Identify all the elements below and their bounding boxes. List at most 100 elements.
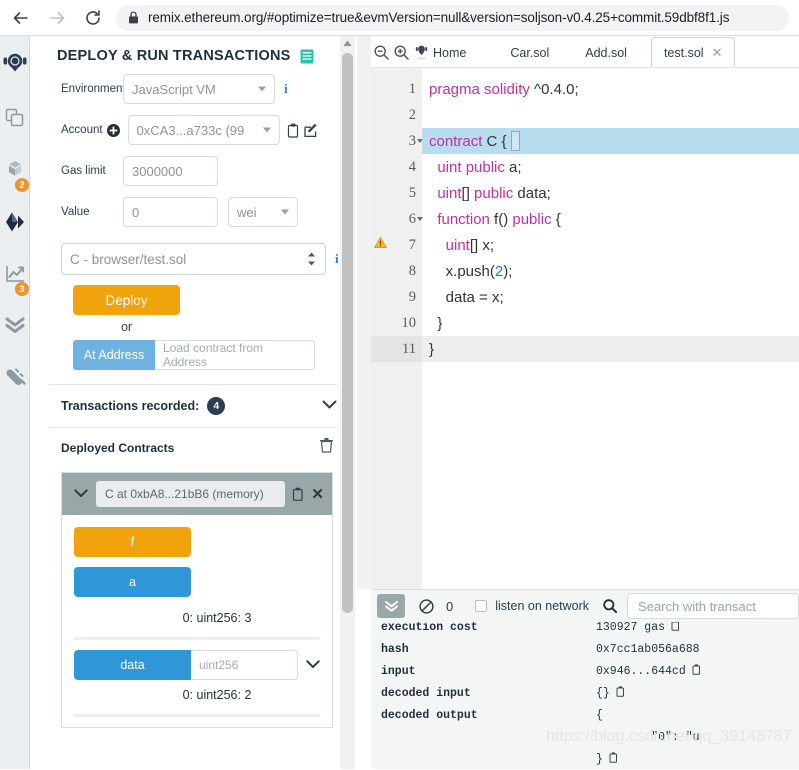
code-token: } — [429, 340, 435, 358]
code-token: ); — [503, 262, 513, 280]
arrow-right-icon — [50, 11, 65, 24]
function-input-data[interactable]: uint256 — [191, 650, 298, 680]
arrow-left-icon — [13, 11, 28, 24]
terminal-key: decoded output — [381, 708, 478, 722]
instance-address[interactable]: C at 0xbA8...21bB6 (memory) — [96, 481, 286, 507]
terminal-panel: 0 listen on network Search with transact… — [371, 589, 799, 769]
solidity-compiler-icon[interactable]: 2 — [0, 144, 30, 196]
value-unit: wei — [237, 204, 257, 220]
instance-header[interactable]: C at 0xbA8...21bB6 (memory) ✕ — [62, 473, 332, 515]
search-input[interactable]: Search with transact — [627, 593, 799, 619]
contract-select[interactable]: C - browser/test.sol — [61, 243, 326, 275]
gas-limit-input[interactable]: 3000000 — [123, 156, 218, 186]
clipboard-icon[interactable] — [692, 663, 701, 679]
value-input[interactable]: 0 — [123, 197, 218, 227]
tab-car-sol[interactable]: Car.sol — [498, 38, 561, 68]
zoom-in-icon[interactable] — [391, 36, 411, 68]
trash-icon[interactable] — [320, 438, 333, 458]
deploy-button[interactable]: Deploy — [73, 285, 180, 315]
lock-icon — [128, 11, 139, 24]
gutter-line[interactable]: 1 — [371, 76, 422, 102]
search-icon[interactable] — [603, 599, 618, 613]
function-result-a: 0: uint256: 3 — [182, 611, 252, 625]
account-label: Account — [61, 124, 103, 136]
at-address-button[interactable]: At Address — [73, 340, 155, 370]
code-line: uint public a; — [422, 154, 799, 180]
account-select[interactable]: 0xCA3...a733c (99 — [127, 115, 280, 145]
clipboard-icon[interactable] — [609, 751, 618, 767]
clipboard-icon[interactable] — [287, 123, 300, 138]
edit-icon[interactable] — [303, 123, 318, 138]
scroll-thumb[interactable] — [342, 53, 353, 613]
deployed-contracts-row: Deployed Contracts — [31, 428, 355, 466]
terminal-toggle-button[interactable] — [377, 594, 405, 618]
close-icon[interactable]: ✕ — [311, 485, 324, 503]
book-icon[interactable] — [300, 49, 314, 64]
contract-info-icon[interactable]: i — [335, 251, 339, 267]
back-button[interactable] — [6, 3, 36, 33]
left-panel-scrollbar[interactable] — [340, 36, 355, 769]
at-address-input[interactable]: Load contract from Address — [155, 340, 315, 370]
gutter-line[interactable]: 5 — [371, 180, 422, 206]
gutter-line[interactable]: 11 — [371, 336, 422, 362]
chevron-down-icon[interactable] — [74, 485, 88, 503]
chevron-down-icon[interactable] — [306, 656, 320, 674]
code-text[interactable]: pragma solidity ^0.4.0; contract C { uin… — [422, 68, 799, 589]
address-bar[interactable]: remix.ethereum.org/#optimize=true&evmVer… — [116, 4, 789, 31]
remix-logo-icon[interactable] — [0, 36, 30, 92]
clipboard-icon[interactable] — [671, 622, 680, 635]
terminal-output[interactable]: execution cost 130927 gas hash 0x7cc1ab0… — [371, 622, 799, 770]
code-editor: remix Home Car.sol Add.sol test.sol ✕ 1 … — [371, 36, 799, 589]
environment-select[interactable]: JavaScript VM — [123, 74, 275, 104]
code-token: public — [474, 184, 518, 202]
debugger-icon[interactable] — [0, 300, 30, 352]
gutter-line[interactable]: 3 — [371, 128, 423, 154]
terminal-key: input — [381, 664, 416, 678]
line-number: 11 — [402, 340, 416, 357]
function-button-f[interactable]: f — [74, 527, 191, 557]
line-number: 5 — [408, 184, 416, 201]
reload-button[interactable] — [78, 3, 108, 33]
gutter-line[interactable]: 7 — [371, 232, 422, 258]
gutter-line[interactable]: 6 — [371, 206, 423, 232]
function-result-data: 0: uint256: 2 — [182, 688, 252, 702]
code-token: [] — [461, 184, 475, 202]
warning-icon[interactable] — [373, 236, 388, 254]
gutter-line[interactable]: 9 — [371, 284, 422, 310]
listen-on-network-checkbox[interactable] — [475, 600, 488, 612]
clear-console-icon[interactable] — [419, 598, 434, 614]
forward-button[interactable] — [42, 3, 72, 33]
clipboard-icon[interactable] — [616, 685, 625, 701]
code-line: } — [422, 336, 799, 362]
solidity-compiler-badge: 2 — [15, 178, 29, 192]
chevron-down-icon[interactable] — [322, 397, 337, 415]
function-button-data[interactable]: data — [74, 650, 191, 680]
terminal-value: } — [596, 752, 603, 766]
function-button-a[interactable]: a — [74, 567, 191, 597]
terminal-row: "0": "u — [371, 726, 799, 748]
code-line: } — [422, 310, 799, 336]
clipboard-icon[interactable] — [292, 487, 304, 501]
divider — [74, 714, 320, 717]
gutter-line[interactable]: 2 — [371, 102, 422, 128]
tab-test-sol[interactable]: test.sol ✕ — [650, 37, 736, 68]
environment-info-icon[interactable]: i — [284, 81, 288, 97]
transactions-recorded-row[interactable]: Transactions recorded: 4 — [31, 385, 355, 427]
zoom-out-icon[interactable] — [371, 36, 391, 68]
value-unit-select[interactable]: wei — [228, 197, 298, 227]
gutter-line[interactable]: 10 — [371, 310, 422, 336]
analysis-icon[interactable]: 3 — [0, 248, 30, 300]
plugin-manager-icon[interactable] — [0, 352, 30, 404]
gutter-line[interactable]: 4 — [371, 154, 422, 180]
file-explorer-icon[interactable] — [0, 92, 30, 144]
close-icon[interactable]: ✕ — [712, 45, 723, 61]
scroll-up-icon[interactable] — [340, 36, 355, 51]
gutter-line[interactable]: 8 — [371, 258, 422, 284]
deploy-run-icon[interactable] — [0, 196, 30, 248]
plus-circle-icon[interactable] — [106, 123, 120, 137]
url-text: remix.ethereum.org/#optimize=true&evmVer… — [148, 10, 730, 25]
deploy-run-panel: DEPLOY & RUN TRANSACTIONS Environment Ja… — [31, 36, 355, 769]
tab-home[interactable]: Home — [431, 38, 478, 68]
tab-add-sol[interactable]: Add.sol — [573, 38, 639, 68]
account-row: Account 0xCA3...a733c (99 — [31, 115, 355, 145]
